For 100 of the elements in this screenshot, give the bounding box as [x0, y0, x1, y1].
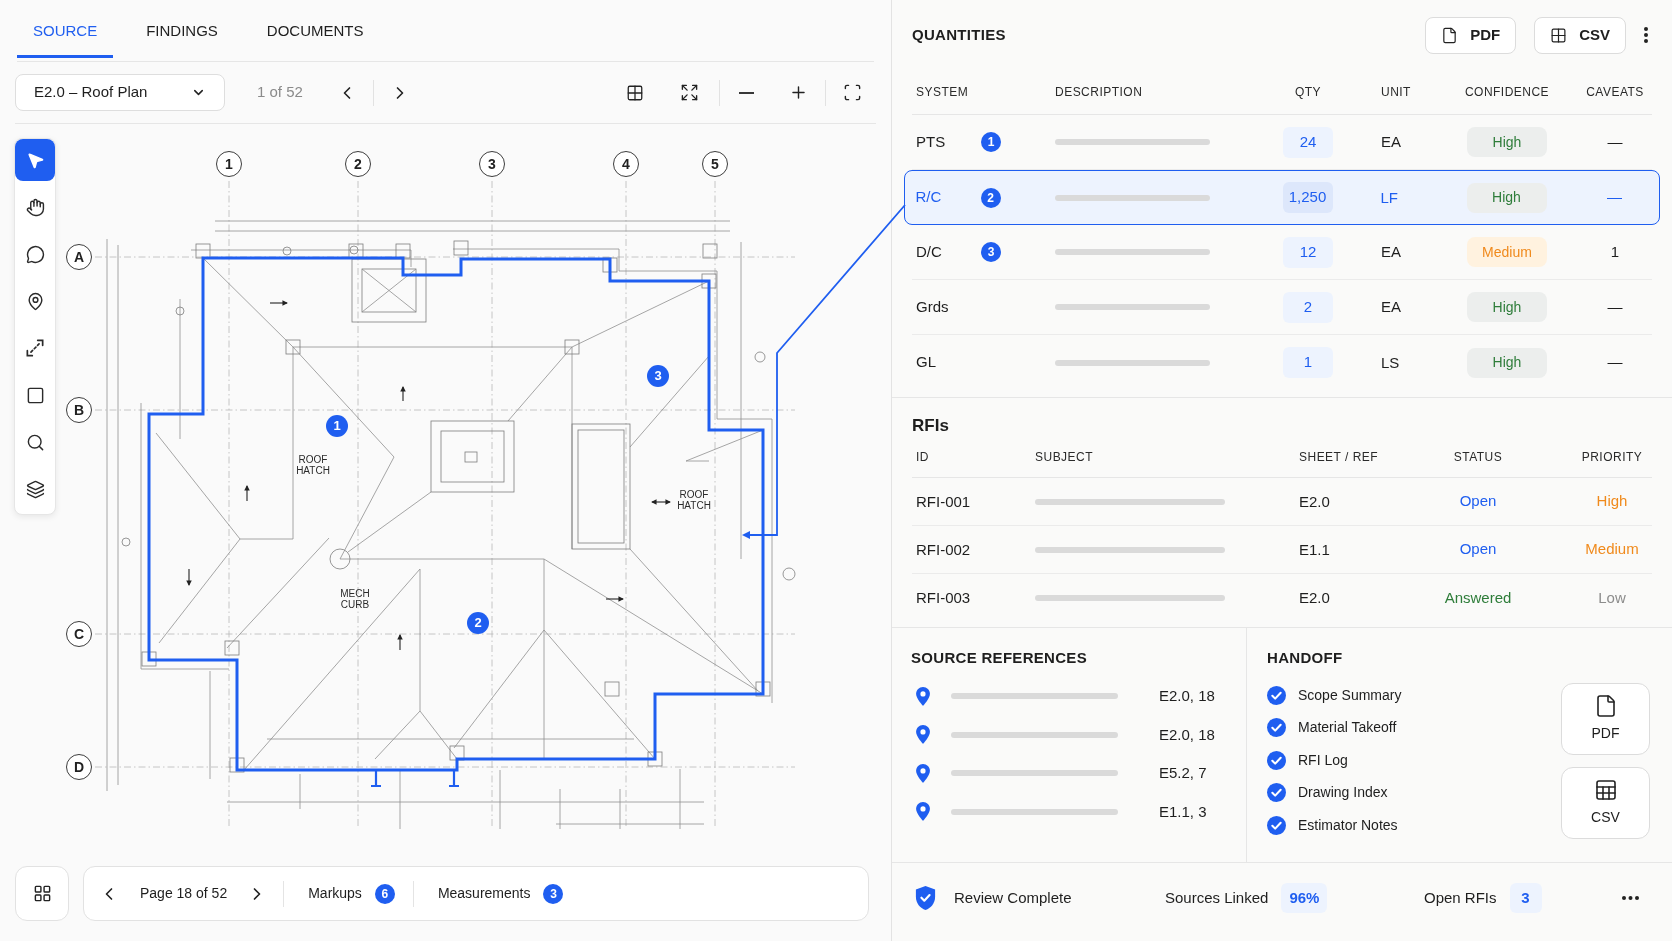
stat-value: 96%	[1281, 883, 1328, 913]
sheet-reference-link[interactable]: E2.0, 18	[1159, 685, 1215, 708]
export-button[interactable]: PDF	[1425, 16, 1517, 54]
stat-label: Open RFIs	[1424, 887, 1497, 908]
check-circle-icon[interactable]	[1267, 783, 1286, 803]
column-header: PRIORITY	[1581, 449, 1643, 466]
sheet-ref-cell: E1.1	[1299, 540, 1330, 558]
grid-bubble: 2	[345, 151, 371, 177]
quantity-value: 2	[1283, 291, 1333, 323]
minus-icon	[738, 91, 754, 94]
column-header: SYSTEM	[916, 84, 969, 101]
count-badge: 3	[543, 883, 564, 904]
rfi-id-cell: RFI-002	[916, 540, 971, 558]
shield-check-icon	[915, 886, 936, 910]
location-pin-icon	[916, 725, 930, 745]
speech-bubble-icon	[25, 244, 45, 264]
unit-cell: EA	[1381, 133, 1401, 150]
grid-bubble: D	[66, 754, 92, 780]
column-header: CAVEATS	[1586, 84, 1644, 101]
section-title: HANDOFF	[1267, 647, 1343, 668]
table-icon	[1593, 778, 1618, 802]
grid-bubble: 1	[216, 151, 242, 177]
page-indicator: Page 18 of 52	[140, 884, 228, 903]
grid-icon	[32, 884, 52, 903]
table-row[interactable]: Grds 2 EA High —	[912, 280, 1652, 335]
grid-bubble: C	[66, 621, 92, 647]
file-icon	[1441, 26, 1459, 44]
confidence-badge: High	[1467, 127, 1547, 157]
location-pin-icon	[916, 686, 930, 706]
system-cell-text: Grds	[916, 296, 950, 317]
column-header: UNIT	[1381, 84, 1411, 101]
check-circle-icon[interactable]	[1267, 718, 1286, 738]
check-circle-icon[interactable]	[1267, 815, 1286, 835]
column-header: DESCRIPTION	[1055, 84, 1143, 101]
priority-cell-text: High	[1596, 491, 1628, 512]
more-horizontal-icon	[1621, 896, 1639, 900]
system-cell-text: PTS	[916, 131, 947, 152]
rectangle-icon	[25, 385, 45, 405]
section-title: SOURCE REFERENCES	[911, 647, 1087, 668]
caveat-cell-text: 1	[1610, 241, 1620, 262]
select-tool-button[interactable]	[15, 139, 55, 181]
more-vertical-icon	[1644, 27, 1648, 43]
location-pin-icon	[916, 763, 930, 783]
status-cell-text: Answered	[1444, 587, 1512, 608]
stat-value: 3	[1509, 883, 1542, 913]
export-button[interactable]: PDF	[1561, 683, 1650, 755]
sheet-reference-link[interactable]: E5.2, 7	[1159, 762, 1207, 785]
check-circle-icon[interactable]	[1267, 750, 1286, 770]
grid-bubble: 3	[479, 151, 505, 177]
grid-bubble: A	[66, 244, 92, 270]
table-row[interactable]: R/C 2 1,250 LF High —	[904, 170, 1660, 225]
markup-marker[interactable]: 3	[981, 242, 1001, 262]
unit-cell: EA	[1381, 243, 1401, 260]
tab[interactable]: DOCUMENTS	[250, 0, 380, 58]
column-header: QTY	[1294, 84, 1322, 101]
sheet-position: 1 of 52	[257, 82, 303, 103]
grid-icon	[1550, 26, 1568, 44]
fullscreen-icon	[842, 83, 862, 102]
thumbnails-button[interactable]	[15, 866, 69, 921]
tab[interactable]: FINDINGS	[130, 0, 234, 58]
tab[interactable]: SOURCE	[17, 0, 114, 58]
cursor-arrow-icon	[25, 150, 45, 170]
markup-marker[interactable]: 2	[980, 187, 1001, 208]
checklist-label: Drawing Index	[1298, 783, 1388, 803]
sheet-reference-link[interactable]: E2.0, 18	[1159, 723, 1215, 746]
checklist-label: Material Takeoff	[1298, 718, 1397, 738]
table-row[interactable]: D/C 3 12 EA Medium 1	[912, 225, 1652, 280]
grid-bubble: B	[66, 397, 92, 423]
counter-toggle[interactable]: Measurements 3	[437, 877, 564, 910]
status-cell-text: Open	[1459, 539, 1497, 560]
system-cell-text: GL	[916, 352, 937, 373]
check-circle-icon[interactable]	[1267, 685, 1286, 705]
export-button[interactable]: CSV	[1561, 767, 1650, 839]
column-header: SUBJECT	[1035, 449, 1094, 466]
table-row[interactable]: GL 1 LS High —	[912, 335, 1652, 390]
priority-cell-text: Low	[1598, 587, 1626, 608]
review-status-text: Review Complete	[954, 887, 1072, 908]
column-header: SHEET / REF	[1299, 449, 1379, 466]
export-button[interactable]: CSV	[1534, 16, 1626, 54]
count-badge: 6	[374, 883, 395, 904]
markup-marker[interactable]: 1	[981, 132, 1001, 152]
sheet-ref-cell: E2.0	[1299, 589, 1330, 606]
status-cell-text: Open	[1459, 491, 1497, 512]
counter-toggle[interactable]: Markups 6	[308, 877, 395, 910]
confidence-badge: High	[1467, 347, 1547, 378]
stat-label: Sources Linked	[1165, 887, 1269, 908]
unit-cell: LS	[1381, 353, 1400, 371]
column-header: CONFIDENCE	[1464, 84, 1550, 101]
search-icon	[25, 432, 45, 452]
checklist-label: Scope Summary	[1298, 685, 1402, 705]
column-header: STATUS	[1453, 449, 1503, 466]
section-title: QUANTITIES	[912, 24, 1006, 45]
sheet-reference-link[interactable]: E1.1, 3	[1159, 800, 1207, 823]
quantity-value: 12	[1283, 236, 1333, 268]
quantity-value: 24	[1283, 126, 1333, 158]
system-cell-text: D/C	[916, 241, 943, 262]
grid-bubble: 5	[702, 151, 728, 177]
caveat-cell-text: —	[1607, 352, 1623, 373]
sheet-dropdown[interactable]: E2.0 – Roof Plan	[15, 74, 225, 111]
confidence-badge: High	[1466, 182, 1547, 213]
